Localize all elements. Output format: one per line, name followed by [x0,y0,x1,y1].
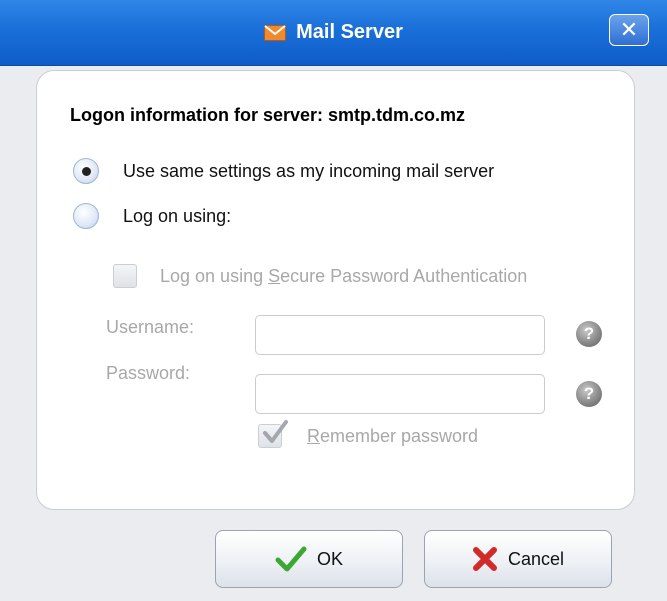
username-input[interactable] [255,315,545,355]
radio-same-settings[interactable]: Use same settings as my incoming mail se… [73,158,494,184]
username-label: Username: [106,317,195,337]
password-help-icon[interactable]: ? [576,381,602,407]
cancel-button[interactable]: Cancel [424,530,612,588]
radio-same-settings-label: Use same settings as my incoming mail se… [123,160,495,181]
envelope-icon [264,24,287,41]
ok-label: OK [316,548,343,569]
radio-button[interactable] [73,158,99,184]
username-help-icon[interactable]: ? [576,321,602,347]
remember-password-row[interactable]: Remember password [258,420,479,448]
title-bar[interactable]: Mail Server ✕ [0,0,667,66]
mail-server-dialog: Mail Server ✕ Logon information for serv… [0,0,667,601]
close-icon: ✕ [619,17,639,42]
cancel-x-icon [472,547,497,571]
checkmark-icon [263,420,288,443]
spa-checkbox[interactable] [113,264,137,288]
remember-password-checkbox[interactable] [258,420,288,448]
radio-log-on-using-label: Log on using: [123,205,232,226]
password-input[interactable] [255,374,545,414]
radio-selected-dot [81,166,91,176]
logon-info-heading: Logon information for server: smtp.tdm.c… [70,105,466,125]
spa-label: Log on using Secure Password Authenticat… [160,265,528,286]
ok-button[interactable]: OK [215,530,403,588]
radio-log-on-using[interactable]: Log on using: [73,203,231,229]
window-title: Mail Server [296,21,403,43]
ok-check-icon [275,546,307,572]
radio-button[interactable] [73,203,99,229]
spa-checkbox-row[interactable]: Log on using Secure Password Authenticat… [113,264,527,288]
title-wrap: Mail Server [0,0,667,65]
close-button[interactable]: ✕ [609,14,649,46]
password-label: Password: [106,363,191,383]
remember-password-label: Remember password [307,425,479,446]
cancel-label: Cancel [507,548,565,569]
